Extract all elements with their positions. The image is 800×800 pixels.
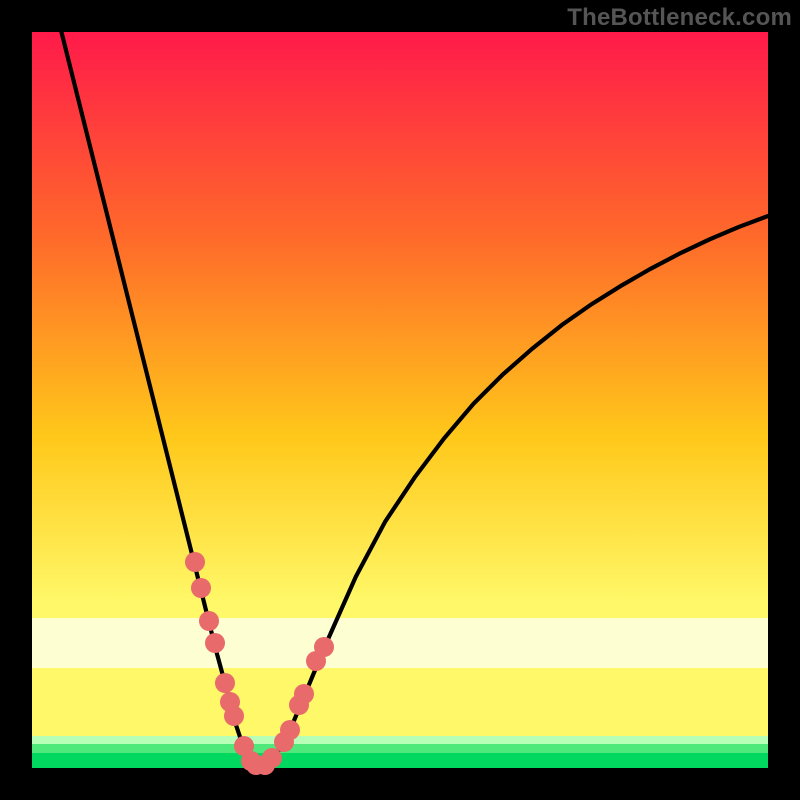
- data-dot: [199, 611, 219, 631]
- data-dot: [294, 684, 314, 704]
- data-dot: [224, 706, 244, 726]
- curve-layer: [32, 32, 768, 768]
- curve-left-branch: [61, 32, 256, 766]
- plot-area: [32, 32, 768, 768]
- curve-right-branch: [264, 216, 768, 766]
- data-dot: [280, 720, 300, 740]
- data-dot: [205, 633, 225, 653]
- attribution-text: TheBottleneck.com: [567, 4, 792, 32]
- data-dot: [314, 637, 334, 657]
- data-dot: [215, 673, 235, 693]
- data-dot: [191, 578, 211, 598]
- data-dot: [185, 552, 205, 572]
